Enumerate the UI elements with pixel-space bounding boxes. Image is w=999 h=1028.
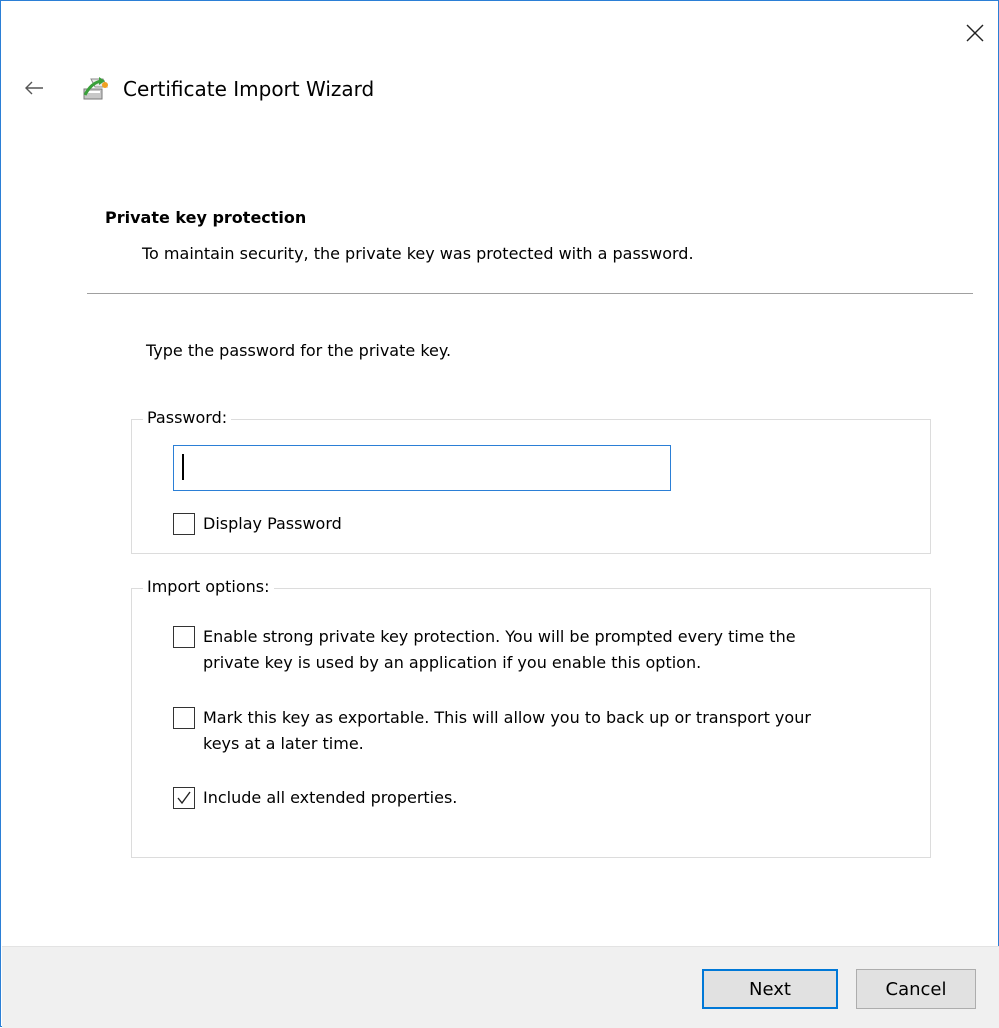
next-button[interactable]: Next bbox=[702, 969, 838, 1009]
instruction-text: Type the password for the private key. bbox=[146, 341, 452, 360]
cancel-button[interactable]: Cancel bbox=[856, 969, 976, 1009]
exportable-checkbox[interactable] bbox=[173, 707, 195, 729]
password-input[interactable] bbox=[173, 445, 671, 491]
footer-bar: Next Cancel bbox=[2, 946, 999, 1028]
extended-properties-checkbox[interactable] bbox=[173, 787, 195, 809]
text-caret bbox=[182, 454, 184, 480]
exportable-label-line1: Mark this key as exportable. This will a… bbox=[203, 708, 811, 727]
back-arrow-icon bbox=[25, 81, 43, 95]
header-divider bbox=[87, 293, 973, 294]
back-button[interactable] bbox=[19, 73, 49, 103]
section-description: To maintain security, the private key wa… bbox=[142, 244, 694, 263]
password-group-legend: Password: bbox=[143, 407, 232, 429]
certificate-wizard-icon bbox=[81, 75, 111, 103]
exportable-label-line2: keys at a later time. bbox=[203, 734, 364, 753]
wizard-title: Certificate Import Wizard bbox=[123, 77, 375, 101]
display-password-checkbox[interactable] bbox=[173, 513, 195, 535]
extended-properties-label: Include all extended properties. bbox=[203, 788, 458, 807]
certificate-import-wizard-window: Certificate Import Wizard Private key pr… bbox=[0, 0, 999, 1028]
close-button[interactable] bbox=[959, 17, 991, 49]
section-title: Private key protection bbox=[105, 208, 307, 227]
strong-protection-checkbox[interactable] bbox=[173, 626, 195, 648]
import-options-legend: Import options: bbox=[143, 576, 274, 598]
checkmark-icon bbox=[177, 791, 191, 805]
strong-protection-label-line2: private key is used by an application if… bbox=[203, 653, 702, 672]
close-icon bbox=[966, 24, 984, 42]
strong-protection-label-line1: Enable strong private key protection. Yo… bbox=[203, 627, 796, 646]
display-password-label: Display Password bbox=[203, 514, 342, 533]
